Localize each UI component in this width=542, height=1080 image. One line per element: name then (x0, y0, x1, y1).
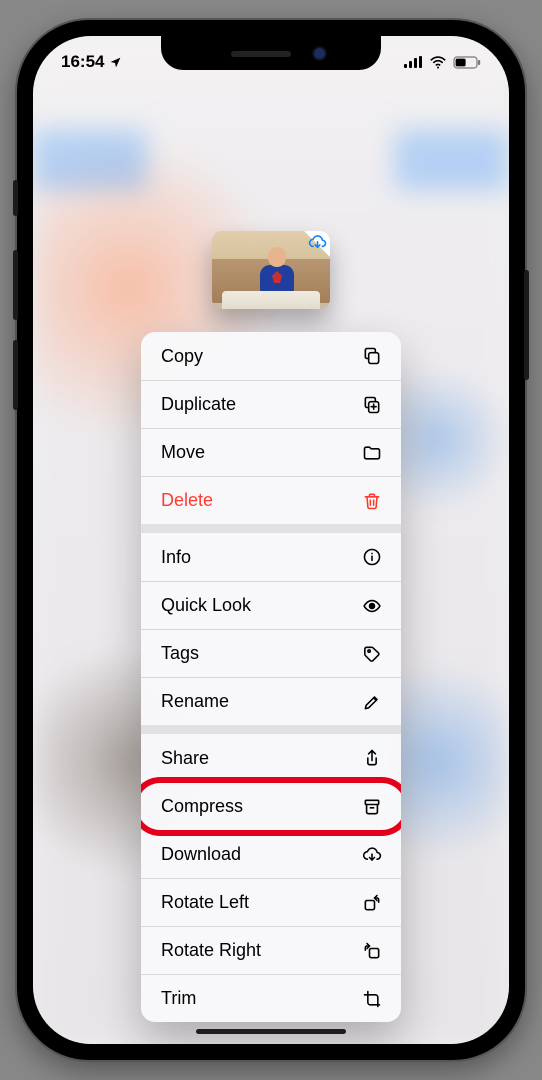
menu-item-rename[interactable]: Rename (141, 677, 401, 725)
copy-icon (361, 345, 383, 367)
pencil-icon (361, 691, 383, 713)
menu-item-rotate-right[interactable]: Rotate Right (141, 926, 401, 974)
menu-item-move[interactable]: Move (141, 428, 401, 476)
menu-item-duplicate[interactable]: Duplicate (141, 380, 401, 428)
status-bar: 16:54 (33, 46, 509, 78)
folder-icon (361, 442, 383, 464)
cellular-icon (404, 56, 423, 68)
menu-item-label: Copy (161, 346, 361, 367)
mute-switch[interactable] (13, 180, 18, 216)
menu-item-share[interactable]: Share (141, 734, 401, 782)
menu-item-copy[interactable]: Copy (141, 332, 401, 380)
volume-up-button[interactable] (13, 250, 18, 320)
rotate-right-icon (361, 940, 383, 962)
info-icon (361, 546, 383, 568)
location-icon (109, 56, 122, 69)
menu-item-info[interactable]: Info (141, 533, 401, 581)
context-menu: Copy Duplicate Move Delete Info Quick Look Tag… (141, 332, 401, 1022)
download-icon (361, 844, 383, 866)
menu-item-delete[interactable]: Delete (141, 476, 401, 524)
phone-frame: 16:54 (17, 20, 525, 1060)
share-icon (361, 747, 383, 769)
status-time: 16:54 (61, 52, 104, 72)
menu-item-label: Download (161, 844, 361, 865)
wifi-icon (429, 56, 447, 69)
trim-icon (361, 988, 383, 1010)
menu-item-label: Move (161, 442, 361, 463)
tag-icon (361, 643, 383, 665)
menu-item-label: Trim (161, 988, 361, 1009)
menu-item-trim[interactable]: Trim (141, 974, 401, 1022)
menu-item-label: Share (161, 748, 361, 769)
file-thumbnail[interactable] (212, 231, 330, 309)
menu-item-label: Compress (161, 796, 361, 817)
menu-item-label: Rename (161, 691, 361, 712)
menu-item-rotate-left[interactable]: Rotate Left (141, 878, 401, 926)
eye-icon (361, 595, 383, 617)
archive-icon (361, 796, 383, 818)
menu-item-download[interactable]: Download (141, 830, 401, 878)
duplicate-icon (361, 394, 383, 416)
menu-item-quicklook[interactable]: Quick Look (141, 581, 401, 629)
menu-item-label: Quick Look (161, 595, 361, 616)
cloud-download-icon (308, 233, 327, 257)
menu-item-label: Rotate Left (161, 892, 361, 913)
menu-item-label: Info (161, 547, 361, 568)
menu-item-label: Rotate Right (161, 940, 361, 961)
screen: 16:54 (33, 36, 509, 1044)
home-indicator[interactable] (196, 1029, 346, 1034)
rotate-left-icon (361, 892, 383, 914)
volume-down-button[interactable] (13, 340, 18, 410)
battery-icon (453, 56, 481, 69)
menu-item-label: Duplicate (161, 394, 361, 415)
menu-item-label: Tags (161, 643, 361, 664)
menu-item-label: Delete (161, 490, 361, 511)
trash-icon (361, 490, 383, 512)
menu-item-tags[interactable]: Tags (141, 629, 401, 677)
menu-item-compress[interactable]: Compress (141, 782, 401, 830)
side-button[interactable] (524, 270, 529, 380)
